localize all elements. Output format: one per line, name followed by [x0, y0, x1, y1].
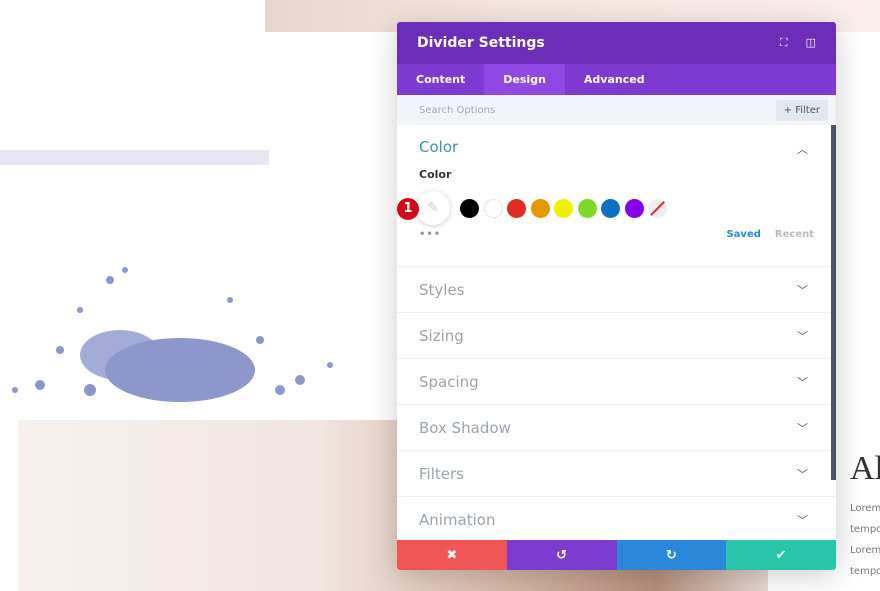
- chevron-down-icon[interactable]: ﹀: [797, 282, 808, 298]
- modal-header: Divider Settings ⛶ ◫: [397, 22, 836, 64]
- side-line: Lorem: [850, 503, 880, 514]
- color-swatch[interactable]: [460, 198, 479, 218]
- section-spacing[interactable]: Spacing ﹀: [397, 359, 836, 405]
- section-title-color[interactable]: Color: [419, 138, 814, 156]
- color-section: Color ︿ Color 1 ✎ ••• Saved Recent: [397, 125, 836, 267]
- section-filters[interactable]: Filters ﹀: [397, 451, 836, 497]
- tab-bar: Content Design Advanced: [397, 64, 836, 95]
- powder-image: [12, 267, 333, 402]
- chevron-down-icon[interactable]: ﹀: [797, 328, 808, 344]
- chevron-down-icon[interactable]: ﹀: [797, 420, 808, 436]
- scrollbar[interactable]: [831, 125, 836, 480]
- color-swatch[interactable]: [530, 198, 550, 218]
- section-title: Styles: [419, 280, 465, 299]
- section-title: Box Shadow: [419, 418, 511, 437]
- chevron-down-icon[interactable]: ﹀: [797, 374, 808, 390]
- side-line: Lorem: [850, 545, 880, 556]
- chevron-down-icon[interactable]: ﹀: [797, 512, 808, 528]
- recent-tab[interactable]: Recent: [775, 229, 814, 240]
- chevron-up-icon[interactable]: ︿: [797, 141, 808, 157]
- modal-footer: ✖ ↺ ↻ ✔: [397, 540, 836, 570]
- more-options-icon[interactable]: •••: [419, 229, 441, 240]
- color-swatch[interactable]: [624, 198, 644, 218]
- filter-button[interactable]: + Filter: [775, 99, 828, 121]
- color-field-label: Color: [419, 168, 452, 181]
- undo-button[interactable]: ↺: [506, 540, 617, 570]
- no-color-swatch[interactable]: [648, 198, 667, 218]
- tab-content[interactable]: Content: [397, 64, 484, 95]
- sidebar-icon[interactable]: ◫: [806, 36, 816, 50]
- color-swatch[interactable]: [601, 198, 620, 218]
- step-badge: 1: [397, 198, 419, 220]
- side-line: tempo: [850, 524, 880, 535]
- background-bar: [0, 150, 269, 165]
- color-swatch[interactable]: [483, 198, 503, 218]
- section-title: Sizing: [419, 326, 464, 345]
- color-swatch[interactable]: [507, 198, 526, 218]
- modal-title: Divider Settings: [417, 35, 545, 51]
- section-title: Animation: [419, 510, 496, 529]
- fullscreen-icon[interactable]: ⛶: [780, 36, 788, 50]
- side-text: Al Lorem tempo Lorem tempo: [850, 450, 880, 582]
- tab-design[interactable]: Design: [484, 64, 565, 95]
- section-box-shadow[interactable]: Box Shadow ﹀: [397, 405, 836, 451]
- section-title: Filters: [419, 464, 464, 483]
- save-button[interactable]: ✔: [726, 540, 836, 570]
- section-animation[interactable]: Animation ﹀: [397, 497, 836, 543]
- saved-tab[interactable]: Saved: [726, 229, 760, 240]
- color-swatch[interactable]: [577, 198, 597, 218]
- cancel-button[interactable]: ✖: [397, 540, 507, 570]
- side-heading: Al: [850, 450, 880, 487]
- section-title: Spacing: [419, 372, 479, 391]
- search-input[interactable]: Search Options: [419, 105, 495, 116]
- search-options[interactable]: Search Options + Filter: [397, 95, 836, 125]
- swatch-row: 1 ✎: [397, 191, 814, 225]
- chevron-down-icon[interactable]: ﹀: [797, 466, 808, 482]
- tab-advanced[interactable]: Advanced: [565, 64, 664, 95]
- eyedropper-icon[interactable]: ✎: [416, 191, 450, 225]
- section-styles[interactable]: Styles ﹀: [397, 267, 836, 313]
- color-swatch[interactable]: [554, 198, 573, 218]
- section-sizing[interactable]: Sizing ﹀: [397, 313, 836, 359]
- redo-button[interactable]: ↻: [616, 540, 727, 570]
- divider-settings-modal: Divider Settings ⛶ ◫ Content Design Advan…: [397, 22, 836, 570]
- side-line: tempo: [850, 566, 880, 577]
